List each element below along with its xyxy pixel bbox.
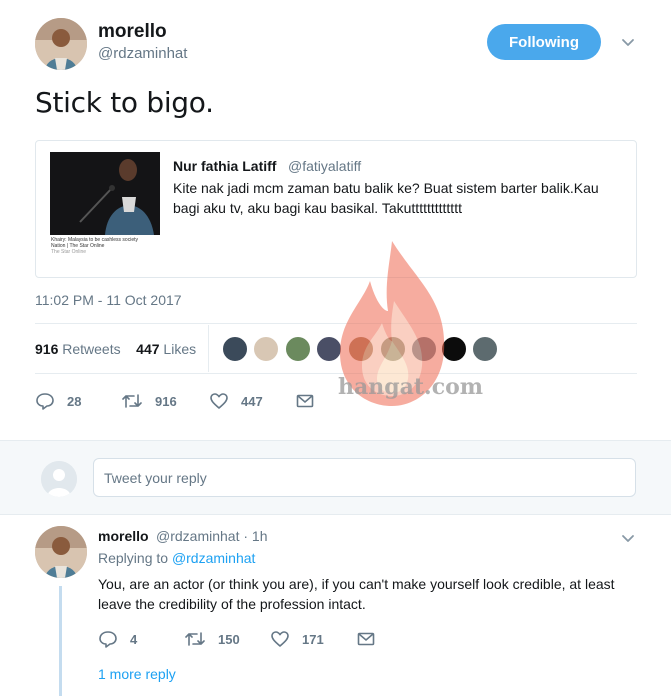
liker-avatar[interactable] bbox=[472, 336, 498, 362]
liker-avatar[interactable] bbox=[285, 336, 311, 362]
quoted-author-name: Nur fathia Latiff bbox=[173, 158, 277, 174]
mail-icon bbox=[296, 394, 314, 408]
tweet-timestamp[interactable]: 11:02 PM - 11 Oct 2017 bbox=[35, 292, 182, 308]
reply-author-meta[interactable]: @rdzaminhat · 1h bbox=[156, 528, 267, 544]
like-action[interactable]: 447 bbox=[209, 391, 263, 411]
heart-icon bbox=[210, 393, 228, 409]
retweets-stat[interactable]: 916 Retweets bbox=[35, 341, 121, 357]
mail-icon bbox=[357, 632, 375, 646]
user-avatar bbox=[41, 461, 77, 497]
tweet-stats: 916 Retweets 447 Likes bbox=[35, 341, 196, 357]
replying-to: Replying to @rdzaminhat bbox=[98, 550, 255, 566]
likes-stat[interactable]: 447 Likes bbox=[136, 341, 196, 357]
tweet-text: Stick to bigo. bbox=[35, 86, 214, 119]
reply-action[interactable]: 4 bbox=[98, 629, 137, 649]
retweet-action[interactable]: 916 bbox=[121, 391, 177, 411]
likes-label: Likes bbox=[163, 341, 197, 357]
author-name[interactable]: morello bbox=[98, 21, 167, 43]
reply-author-name[interactable]: morello bbox=[98, 528, 149, 544]
heart-icon bbox=[271, 631, 289, 647]
watermark-text: hangat.com bbox=[338, 374, 484, 400]
liker-avatar[interactable] bbox=[222, 336, 248, 362]
replying-handle-link[interactable]: @rdzaminhat bbox=[172, 550, 255, 566]
retweets-label: Retweets bbox=[62, 341, 121, 357]
reply-text: You, are an actor (or think you are), if… bbox=[98, 576, 615, 612]
like-action[interactable]: 171 bbox=[270, 629, 324, 649]
tweet-reply-input[interactable]: Tweet your reply bbox=[93, 458, 636, 497]
chevron-down-icon[interactable] bbox=[620, 34, 636, 50]
stats-divider bbox=[208, 325, 209, 372]
liker-avatar[interactable] bbox=[253, 336, 279, 362]
thread-line bbox=[59, 586, 62, 696]
chevron-down-icon[interactable] bbox=[620, 530, 636, 551]
author-handle[interactable]: @rdzaminhat bbox=[98, 45, 187, 62]
reply-compose-area: Tweet your reply bbox=[0, 440, 671, 515]
reply-tweet: morello @rdzaminhat · 1h Replying to @rd… bbox=[0, 516, 671, 700]
replying-prefix: Replying to bbox=[98, 550, 169, 566]
reply-icon bbox=[99, 631, 117, 648]
quoted-author-handle: @fatiyalatiff bbox=[288, 158, 362, 174]
reply-action[interactable]: 28 bbox=[35, 391, 81, 411]
quoted-media-caption: Khairy: Malaysia to be cashless society … bbox=[50, 235, 160, 265]
likes-count: 447 bbox=[136, 341, 160, 357]
reply-author-avatar[interactable] bbox=[35, 526, 87, 578]
retweet-count: 150 bbox=[218, 631, 240, 647]
quoted-tweet-text: Kite nak jadi mcm zaman batu balik ke? B… bbox=[173, 180, 599, 216]
retweet-action[interactable]: 150 bbox=[184, 629, 240, 649]
retweet-icon bbox=[185, 632, 205, 646]
reply-count: 28 bbox=[67, 393, 82, 409]
reply-icon bbox=[36, 393, 54, 410]
reply-count: 4 bbox=[130, 631, 138, 647]
main-tweet: morello @rdzaminhat Following Stick to b… bbox=[0, 0, 671, 440]
retweets-count: 916 bbox=[35, 341, 59, 357]
author-avatar[interactable] bbox=[35, 18, 87, 70]
direct-message-action[interactable] bbox=[356, 629, 388, 649]
retweet-icon bbox=[122, 394, 142, 408]
like-count: 447 bbox=[241, 393, 263, 409]
media-caption-site: The Star Online bbox=[51, 249, 87, 255]
direct-message-action[interactable] bbox=[295, 391, 327, 411]
retweet-count: 916 bbox=[155, 393, 177, 409]
like-count: 171 bbox=[302, 631, 324, 647]
more-replies-link[interactable]: 1 more reply bbox=[98, 666, 176, 682]
following-button[interactable]: Following bbox=[487, 24, 601, 60]
quoted-tweet-image[interactable]: Khairy: Malaysia to be cashless society … bbox=[50, 152, 160, 265]
